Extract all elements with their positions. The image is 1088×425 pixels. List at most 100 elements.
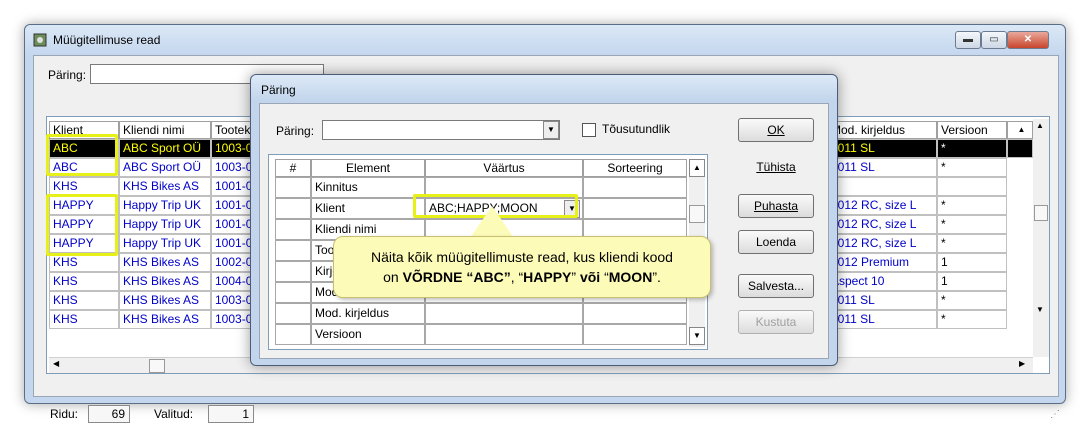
clear-button[interactable]: Puhasta (738, 194, 814, 218)
table-cell-mod[interactable]: 2011 SL (827, 310, 937, 329)
resize-grip-icon[interactable]: ⋰ (1050, 409, 1060, 420)
table-cell-mod[interactable]: Aspect 10 (827, 272, 937, 291)
sort-up-icon[interactable]: ▲ (1007, 121, 1033, 139)
criteria-row-number[interactable] (275, 282, 311, 303)
table-cell-ver[interactable]: * (937, 196, 1007, 215)
criteria-header[interactable]: # (275, 159, 311, 177)
table-cell-ver[interactable]: * (937, 234, 1007, 253)
scroll-right-icon[interactable]: ▶ (1019, 359, 1025, 368)
table-cell-name[interactable]: Happy Trip UK (119, 196, 211, 215)
table-cell-mod[interactable]: 2012 RC, size L (827, 215, 937, 234)
table-cell-mod[interactable]: 2012 Premium (827, 253, 937, 272)
callout-text: , “ (510, 269, 524, 285)
table-cell-ver[interactable]: 1 (937, 253, 1007, 272)
ascending-checkbox[interactable] (582, 123, 596, 137)
dialog-title: Päring (261, 83, 296, 97)
table-cell-filler (1007, 139, 1033, 158)
table-cell-ver[interactable] (937, 177, 1007, 196)
criteria-value[interactable] (425, 303, 583, 324)
cancel-button-label: Tühista (756, 160, 796, 174)
table-cell-ver[interactable]: 1 (937, 272, 1007, 291)
column-header[interactable]: Kliendi nimi (119, 121, 211, 139)
table-cell-ver[interactable]: * (937, 139, 1007, 158)
table-cell-ver[interactable]: * (937, 291, 1007, 310)
callout-bold: või (579, 269, 601, 285)
criteria-sort[interactable] (583, 324, 687, 345)
criteria-header[interactable]: Sorteering (583, 159, 687, 177)
table-cell-client[interactable]: KHS (49, 310, 119, 329)
criteria-row-number[interactable] (275, 261, 311, 282)
table-cell-name[interactable]: KHS Bikes AS (119, 291, 211, 310)
ok-button[interactable]: OK (738, 118, 814, 142)
dialog-client: Päring: ▼ Tõusutundlik OK Tühista Puhast… (259, 103, 829, 359)
dialog-query-select[interactable]: ▼ (322, 120, 560, 140)
table-cell-name[interactable]: KHS Bikes AS (119, 253, 211, 272)
criteria-element[interactable]: Kinnitus (311, 177, 425, 198)
criteria-row-number[interactable] (275, 177, 311, 198)
scroll-up-icon[interactable]: ▲ (1036, 121, 1044, 130)
criteria-sort[interactable] (583, 177, 687, 198)
criteria-scroll-down-icon[interactable]: ▼ (689, 327, 705, 345)
table-cell-mod[interactable]: 2011 SL (827, 291, 937, 310)
minimize-button[interactable]: ▬ (955, 31, 981, 49)
horizontal-scroll-thumb[interactable] (149, 359, 165, 373)
criteria-header[interactable]: Element (311, 159, 425, 177)
explanation-callout: Näita kõik müügitellimuste read, kus kli… (333, 236, 711, 298)
callout-line-1: Näita kõik müügitellimuste read, kus kli… (371, 249, 673, 265)
criteria-row-number[interactable] (275, 303, 311, 324)
table-cell-ver[interactable]: * (937, 310, 1007, 329)
table-cell-client[interactable]: KHS (49, 272, 119, 291)
maximize-button[interactable]: ▭ (981, 31, 1007, 49)
scroll-left-icon[interactable]: ◀ (53, 359, 59, 368)
criteria-row-number[interactable] (275, 198, 311, 219)
table-cell-name[interactable]: KHS Bikes AS (119, 177, 211, 196)
table-cell-mod[interactable]: 2012 RC, size L (827, 234, 937, 253)
table-cell-name[interactable]: Happy Trip UK (119, 234, 211, 253)
vertical-scroll-thumb[interactable] (1034, 205, 1048, 221)
column-header[interactable]: Mod. kirjeldus (827, 121, 937, 139)
table-cell-ver[interactable]: * (937, 215, 1007, 234)
table-cell-name[interactable]: KHS Bikes AS (119, 272, 211, 291)
table-cell-mod[interactable]: 2011 SL (827, 139, 937, 158)
table-cell-name[interactable]: ABC Sport OÜ (119, 139, 211, 158)
table-cell-name[interactable]: Happy Trip UK (119, 215, 211, 234)
callout-bold: MOON (608, 269, 653, 285)
table-cell-mod[interactable]: 2012 RC, size L (827, 196, 937, 215)
scroll-down-icon[interactable]: ▼ (1036, 305, 1044, 314)
dialog-query-label: Päring: (276, 124, 315, 138)
callout-text: “ (600, 269, 609, 285)
list-button[interactable]: Loenda (738, 230, 814, 254)
criteria-header[interactable]: Väärtus (425, 159, 583, 177)
table-cell-name[interactable]: ABC Sport OÜ (119, 158, 211, 177)
close-button[interactable]: ✕ (1007, 31, 1049, 49)
criteria-element[interactable]: Mod. kirjeldus (311, 303, 425, 324)
callout-bold: HAPPY (523, 269, 572, 285)
table-cell-client[interactable]: KHS (49, 291, 119, 310)
criteria-element[interactable]: Versioon (311, 324, 425, 345)
chevron-down-icon[interactable]: ▼ (543, 121, 559, 139)
rows-label: Ridu: (50, 407, 79, 421)
criteria-row-number[interactable] (275, 324, 311, 345)
criteria-row-number[interactable] (275, 219, 311, 240)
rows-count: 69 (88, 405, 130, 423)
callout-bold: VÕRDNE “ABC” (402, 269, 511, 285)
column-header[interactable]: Versioon (937, 121, 1007, 139)
criteria-value[interactable] (425, 324, 583, 345)
status-bar: Ridu: 69 Valitud: 1 ⋰ (42, 403, 1066, 425)
save-button[interactable]: Salvesta... (738, 274, 814, 298)
clear-button-label: Puhasta (753, 199, 799, 213)
table-cell-name[interactable]: KHS Bikes AS (119, 310, 211, 329)
criteria-element[interactable]: Klient (311, 198, 425, 219)
criteria-sort[interactable] (583, 303, 687, 324)
ascending-label: Tõusutundlik (602, 122, 671, 136)
table-cell-mod[interactable]: 2011 SL (827, 158, 937, 177)
vertical-scrollbar[interactable]: ▲ ▼ (1033, 119, 1049, 357)
criteria-sort[interactable] (583, 198, 687, 219)
table-cell-mod[interactable] (827, 177, 937, 196)
table-cell-ver[interactable]: * (937, 158, 1007, 177)
criteria-scroll-thumb[interactable] (689, 205, 705, 223)
cancel-button[interactable]: Tühista (738, 156, 814, 180)
callout-pointer (470, 206, 514, 238)
criteria-scroll-up-icon[interactable]: ▲ (689, 159, 705, 177)
criteria-row-number[interactable] (275, 240, 311, 261)
